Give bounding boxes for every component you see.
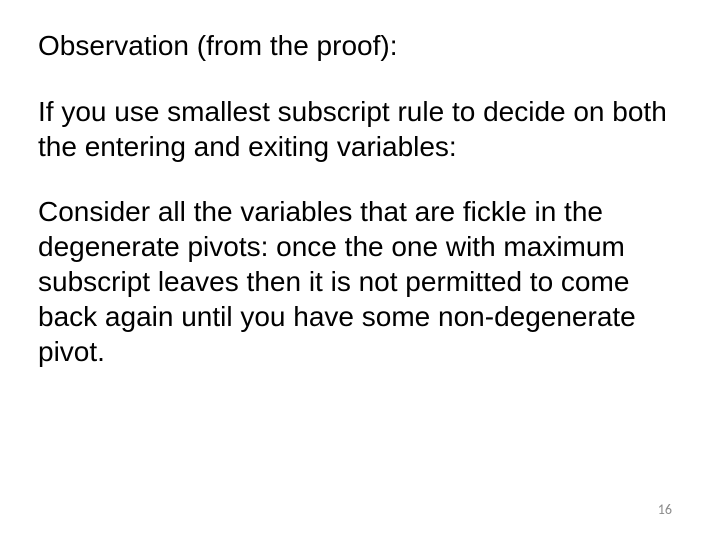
paragraph-1: If you use smallest subscript rule to de… [38,94,682,164]
paragraph-2: Consider all the variables that are fick… [38,194,682,369]
observation-heading: Observation (from the proof): [38,28,682,64]
page-number: 16 [658,501,672,518]
